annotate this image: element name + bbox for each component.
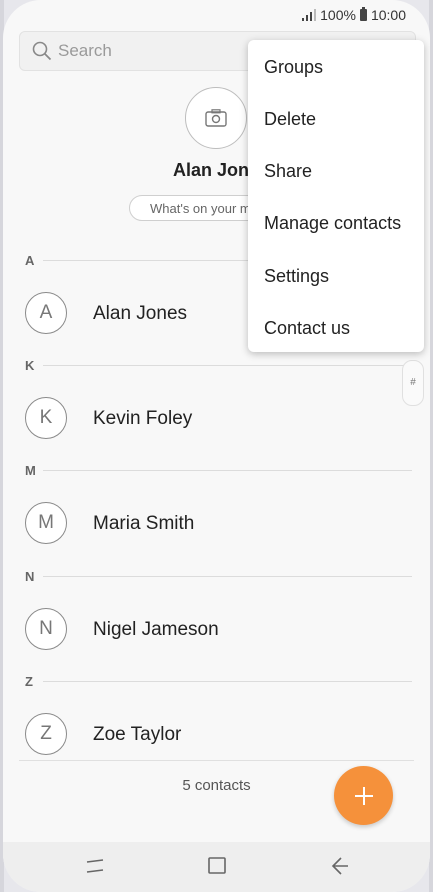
- battery-icon: [359, 7, 367, 21]
- section-header-a: A: [25, 253, 35, 268]
- search-placeholder: Search: [58, 41, 112, 60]
- home-icon[interactable]: [207, 855, 227, 877]
- signal-icon: [302, 9, 317, 21]
- section-divider: [43, 576, 412, 577]
- navigation-bar: [3, 842, 430, 892]
- add-contact-button[interactable]: [334, 766, 393, 825]
- status-bar: 100% 10:00: [302, 6, 406, 24]
- avatar[interactable]: N: [25, 608, 67, 650]
- section-header-z: Z: [25, 674, 33, 689]
- avatar[interactable]: K: [25, 397, 67, 439]
- profile-photo-button[interactable]: [185, 87, 247, 149]
- footer-divider: [19, 760, 414, 761]
- menu-item-settings[interactable]: Settings: [264, 266, 329, 287]
- menu-item-contact-us[interactable]: Contact us: [264, 318, 350, 339]
- contact-name[interactable]: Nigel Jameson: [93, 619, 219, 641]
- section-header-m: M: [25, 463, 36, 478]
- avatar[interactable]: A: [25, 292, 67, 334]
- contact-name[interactable]: Alan Jones: [93, 303, 187, 325]
- section-divider: [43, 470, 412, 471]
- search-icon: [32, 41, 52, 61]
- avatar[interactable]: M: [25, 502, 67, 544]
- index-scrollbar[interactable]: #: [402, 360, 424, 406]
- phone-screen: 100% 10:00 Search Alan Jones What's on y…: [3, 0, 430, 892]
- battery-percent: 100%: [320, 7, 356, 23]
- menu-item-manage-contacts[interactable]: Manage contacts: [264, 213, 401, 234]
- plus-icon: [354, 786, 373, 805]
- section-header-k: K: [25, 358, 35, 373]
- contact-name[interactable]: Kevin Foley: [93, 408, 192, 430]
- overflow-menu: Groups Delete Share Manage contacts Sett…: [248, 40, 424, 352]
- contact-name[interactable]: Maria Smith: [93, 513, 194, 535]
- menu-item-share[interactable]: Share: [264, 161, 312, 182]
- back-icon[interactable]: [329, 855, 349, 877]
- avatar[interactable]: Z: [25, 713, 67, 755]
- camera-icon: [205, 109, 227, 127]
- menu-item-groups[interactable]: Groups: [264, 57, 323, 78]
- section-divider: [43, 681, 412, 682]
- section-header-n: N: [25, 569, 35, 584]
- recent-apps-icon[interactable]: [85, 855, 105, 877]
- menu-item-delete[interactable]: Delete: [264, 109, 316, 130]
- section-divider: [43, 365, 412, 366]
- clock: 10:00: [370, 7, 406, 23]
- contact-name[interactable]: Zoe Taylor: [93, 724, 181, 746]
